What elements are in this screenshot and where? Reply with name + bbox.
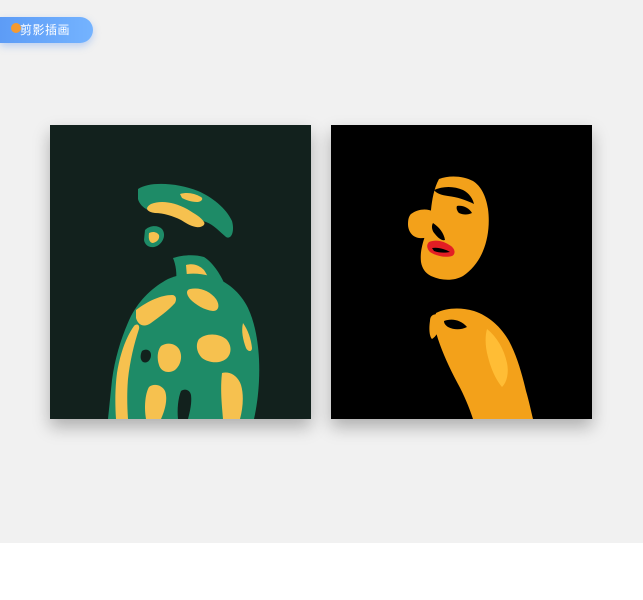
woman-silhouette-illustration — [331, 125, 592, 419]
man-silhouette-svg — [50, 125, 311, 419]
man-silhouette-illustration — [50, 125, 311, 419]
tag-label: 剪影插画 — [20, 23, 71, 37]
category-tag: 剪影插画 — [0, 17, 93, 43]
woman-silhouette-svg — [331, 125, 592, 419]
